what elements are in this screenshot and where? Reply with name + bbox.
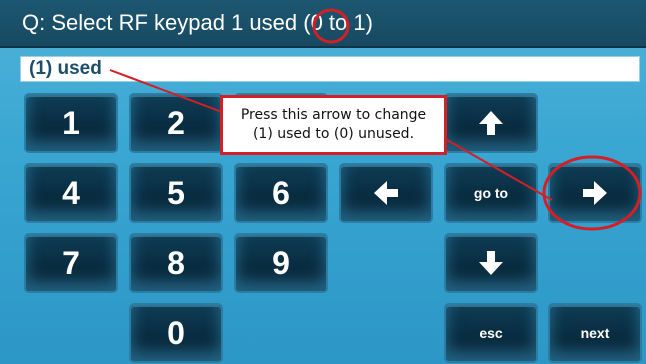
- title-bar: Q: Select RF keypad 1 used (0 to 1): [0, 0, 646, 48]
- key-0[interactable]: 0: [129, 303, 223, 363]
- current-value: (1) used: [29, 58, 102, 79]
- instruction-callout: Press this arrow to change (1) used to (…: [220, 95, 447, 155]
- key-2[interactable]: 2: [129, 93, 223, 153]
- value-field[interactable]: (1) used: [20, 56, 640, 82]
- arrow-left-button[interactable]: [339, 163, 433, 223]
- key-9[interactable]: 9: [234, 233, 328, 293]
- arrow-up-button[interactable]: [444, 93, 538, 153]
- arrow-up-icon: [479, 111, 503, 135]
- callout-line-1: Press this arrow to change: [240, 107, 427, 123]
- question-title: Q: Select RF keypad 1 used (0 to 1): [22, 10, 373, 35]
- arrow-right-icon: [583, 181, 607, 205]
- go-to-button[interactable]: go to: [444, 163, 538, 223]
- key-1[interactable]: 1: [24, 93, 118, 153]
- key-7[interactable]: 7: [24, 233, 118, 293]
- next-button[interactable]: next: [548, 303, 642, 363]
- key-8[interactable]: 8: [129, 233, 223, 293]
- callout-line-2: (1) used to (0) unused.: [252, 126, 415, 142]
- esc-button[interactable]: esc: [444, 303, 538, 363]
- key-6[interactable]: 6: [234, 163, 328, 223]
- arrow-right-button[interactable]: [548, 163, 642, 223]
- arrow-left-icon: [374, 181, 398, 205]
- key-5[interactable]: 5: [129, 163, 223, 223]
- arrow-down-icon: [479, 251, 503, 275]
- arrow-down-button[interactable]: [444, 233, 538, 293]
- key-4[interactable]: 4: [24, 163, 118, 223]
